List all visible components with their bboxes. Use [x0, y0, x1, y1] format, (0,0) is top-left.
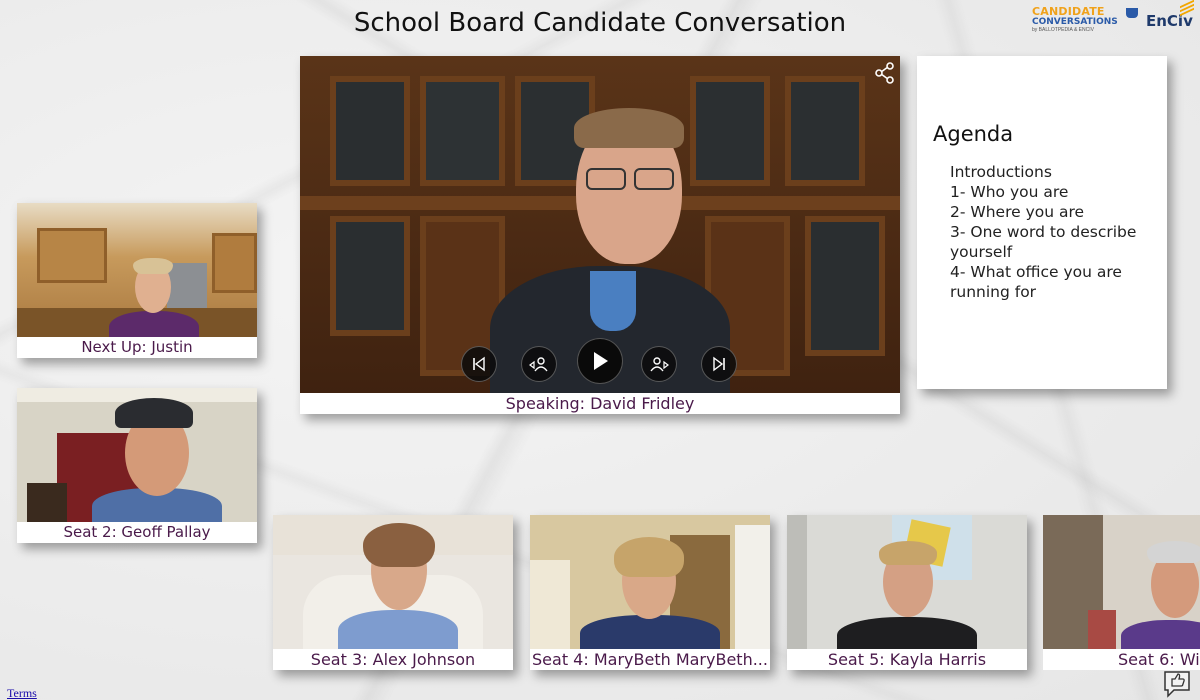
- next-speaker-icon: [650, 357, 669, 372]
- seat-6-video: [1043, 515, 1200, 650]
- seat-5-label: Seat 5: Kayla Harris: [787, 649, 1027, 670]
- seat-2-video: [17, 388, 257, 523]
- feedback-icon[interactable]: [1162, 668, 1192, 698]
- previous-speaker-button[interactable]: [521, 346, 557, 382]
- logo-line1: CANDIDATE: [1032, 5, 1105, 18]
- previous-speaker-icon: [529, 357, 548, 372]
- play-button[interactable]: [577, 338, 623, 384]
- skip-back-icon: [473, 356, 485, 372]
- agenda-panel: Agenda Introductions 1- Who you are 2- W…: [917, 56, 1167, 389]
- skip-forward-icon: [713, 356, 725, 372]
- candidate-conversations-logo[interactable]: CANDIDATE CONVERSATIONS by BALLOTPEDIA &…: [1032, 6, 1140, 40]
- seat-4-label: Seat 4: MaryBeth MaryBeth...: [530, 649, 770, 670]
- skip-forward-button[interactable]: [701, 346, 737, 382]
- next-speaker-button[interactable]: [641, 346, 677, 382]
- enciv-logo[interactable]: EnCiv: [1146, 0, 1194, 30]
- seat-3-tile[interactable]: Seat 3: Alex Johnson: [273, 515, 513, 670]
- seat-4-video: [530, 515, 770, 650]
- speaker-label: Speaking: David Fridley: [300, 393, 900, 414]
- seat-6-label: Seat 6: Wi: [1043, 649, 1200, 670]
- coffee-cup-icon: [1126, 8, 1138, 18]
- seat-3-video: [273, 515, 513, 650]
- seat-3-label: Seat 3: Alex Johnson: [273, 649, 513, 670]
- agenda-item: Introductions: [950, 163, 1052, 181]
- skip-back-button[interactable]: [461, 346, 497, 382]
- agenda-item: 2- Where you are: [950, 203, 1085, 221]
- next-up-video: [17, 203, 257, 338]
- seat-2-tile[interactable]: Seat 2: Geoff Pallay: [17, 388, 257, 543]
- seat-5-tile[interactable]: Seat 5: Kayla Harris: [787, 515, 1027, 670]
- agenda-list: Introductions 1- Who you are 2- Where yo…: [933, 162, 1151, 302]
- seat-2-label: Seat 2: Geoff Pallay: [17, 522, 257, 543]
- next-up-label: Next Up: Justin: [17, 337, 257, 358]
- next-up-tile[interactable]: Next Up: Justin: [17, 203, 257, 358]
- seat-5-video: [787, 515, 1027, 650]
- play-icon: [594, 352, 608, 370]
- seat-6-tile[interactable]: Seat 6: Wi: [1043, 515, 1200, 670]
- agenda-item: 1- Who you are: [950, 183, 1069, 201]
- agenda-item: 3- One word to describe yourself: [950, 223, 1137, 261]
- agenda-item: 4- What office you are running for: [950, 263, 1122, 301]
- main-speaker-tile: Speaking: David Fridley: [300, 56, 900, 414]
- logo-line2: CONVERSATIONS: [1032, 17, 1118, 27]
- logo-subtitle: by BALLOTPEDIA & ENCIV: [1032, 27, 1094, 33]
- agenda-heading: Agenda: [933, 122, 1014, 146]
- share-icon[interactable]: [874, 62, 896, 84]
- terms-link[interactable]: Terms: [7, 686, 37, 700]
- seat-4-tile[interactable]: Seat 4: MaryBeth MaryBeth...: [530, 515, 770, 670]
- page-title: School Board Candidate Conversation: [353, 8, 847, 38]
- enciv-bars-icon: [1180, 0, 1194, 17]
